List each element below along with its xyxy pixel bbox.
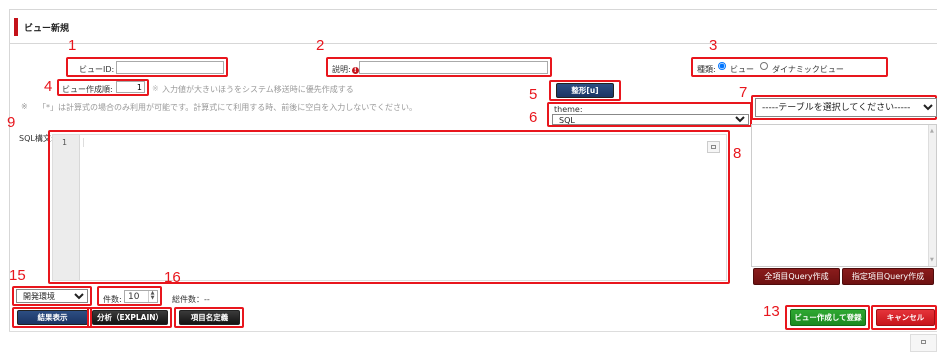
view-id-input[interactable] [116, 61, 224, 74]
header-accent-bar [14, 18, 18, 36]
callout-number-16: 16 [164, 269, 181, 286]
callout-number-3: 3 [709, 37, 718, 54]
panel-header [9, 9, 937, 44]
callout-number-1: 1 [68, 37, 77, 54]
type-label: 種類: [697, 65, 716, 74]
environment-select[interactable]: 開発環境 [16, 289, 88, 303]
show-result-button[interactable]: 結果表示 [17, 310, 88, 325]
callout-number-8: 8 [733, 145, 742, 162]
editor-expand-icon[interactable] [707, 141, 720, 153]
result-expand-icon[interactable] [910, 334, 937, 352]
table-select[interactable]: -----テーブルを選択してください----- [755, 98, 937, 117]
theme-select[interactable]: SQL [552, 114, 749, 125]
callout-number-2: 2 [316, 37, 325, 54]
all-columns-query-button[interactable]: 全項目Query作成 [753, 268, 840, 285]
note-mark: ※ [21, 102, 28, 111]
calc-note: 「*」は計算式の場合のみ利用が可能です。計算式にて利用する時、前後に空白を入力し… [38, 103, 417, 112]
scroll-down-icon[interactable]: ▼ [930, 257, 934, 263]
order-hint: 入力値が大きいほうをシステム移送時に優先作成する [162, 85, 354, 94]
callout-number-9: 9 [7, 114, 16, 131]
callout-number-7: 7 [739, 84, 748, 101]
column-definition-button[interactable]: 項目名定義 [179, 310, 240, 325]
description-label: 説明:! [332, 64, 359, 75]
total-count: 総件数：-- [172, 295, 210, 304]
scroll-up-icon[interactable]: ▲ [930, 128, 934, 134]
callout-number-5: 5 [529, 86, 538, 103]
format-button[interactable]: 整形[u] [556, 83, 614, 98]
type-option-dynamic: ダイナミックビュー [772, 65, 844, 74]
column-list-panel[interactable]: ▲ ▼ [751, 124, 937, 267]
callout-number-6: 6 [529, 109, 538, 126]
explain-button[interactable]: 分析（EXPLAIN） [92, 310, 168, 325]
callout-number-4: 4 [44, 78, 53, 95]
line-number: 1 [62, 138, 68, 147]
result-area [9, 331, 937, 352]
type-radio-dynamic[interactable] [760, 62, 768, 72]
text-cursor [83, 138, 84, 147]
type-radio-view[interactable] [718, 62, 726, 72]
callout-number-15: 15 [9, 267, 26, 284]
page-title: ビュー新規 [24, 24, 70, 34]
cancel-button[interactable]: キャンセル [876, 309, 935, 326]
maximize-glyph-icon [711, 145, 716, 149]
line-gutter [53, 135, 80, 280]
maximize-glyph-icon [921, 340, 926, 344]
sql-editor[interactable]: 1 [52, 134, 727, 281]
count-value: 10 [128, 292, 140, 302]
spinner-arrows-icon[interactable]: ▲ ▼ [148, 291, 156, 302]
order-hint-mark: ※ [152, 84, 159, 93]
type-option-view: ビュー [730, 65, 754, 74]
count-stepper[interactable]: 10 ▲ ▼ [124, 290, 158, 303]
count-label: 件数: [103, 295, 122, 304]
required-icon: ! [351, 67, 359, 74]
column-list-scrollbar[interactable]: ▲ ▼ [928, 125, 936, 266]
view-id-label: ビューID: [79, 65, 115, 74]
theme-label: theme: [554, 105, 583, 114]
create-and-register-button[interactable]: ビュー作成して登録 [790, 309, 866, 326]
description-input[interactable] [359, 61, 548, 74]
description-label-text: 説明: [332, 65, 351, 74]
order-input[interactable] [116, 81, 145, 93]
callout-number-13: 13 [763, 303, 780, 320]
order-label: ビュー作成順: [62, 85, 113, 94]
selected-columns-query-button[interactable]: 指定項目Query作成 [842, 268, 934, 285]
